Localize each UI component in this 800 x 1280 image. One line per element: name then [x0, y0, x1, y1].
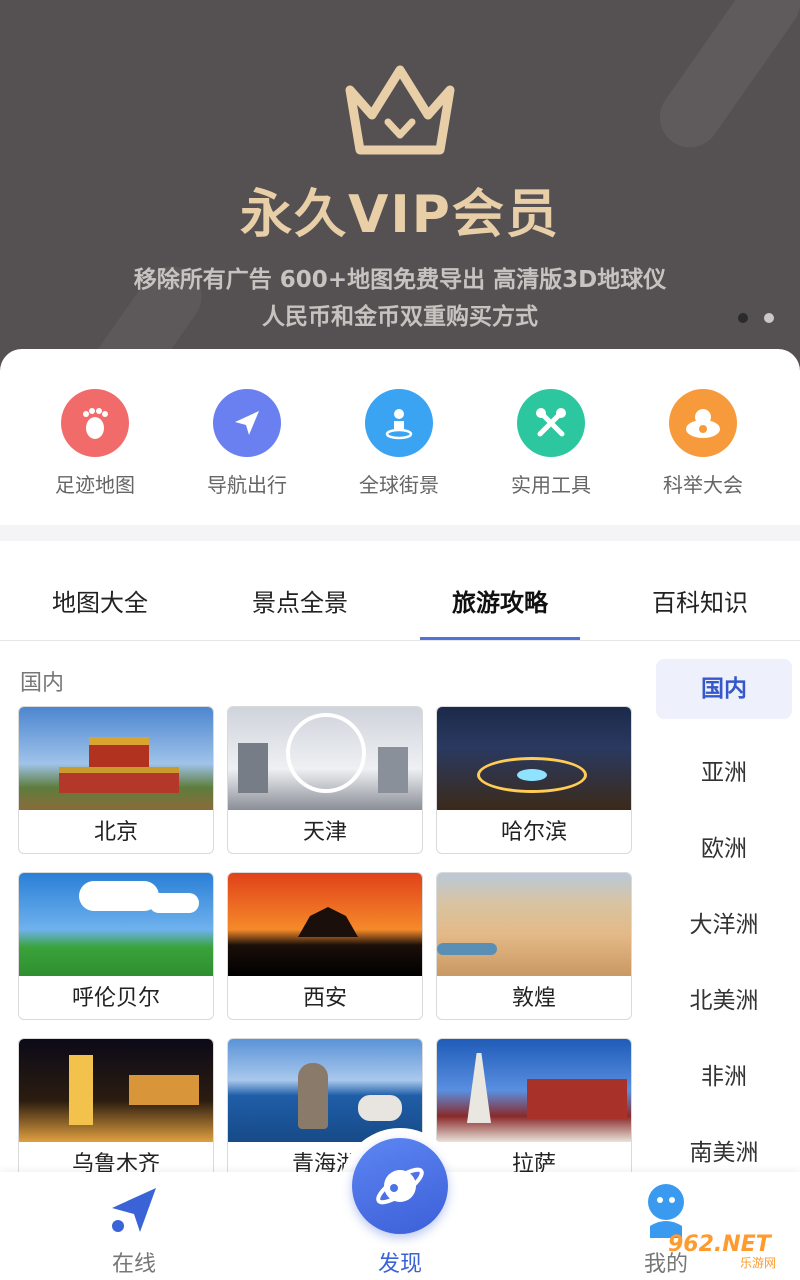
- tab-map-collection[interactable]: 地图大全: [0, 583, 200, 618]
- quick-item-label: 科举大会: [663, 473, 743, 497]
- city-image: [228, 873, 422, 976]
- city-card-beijing[interactable]: 北京: [18, 706, 214, 854]
- banner-decoration: [648, 0, 800, 160]
- vip-benefits-line: 移除所有广告 600+地图免费导出 高清版3D地球仪: [133, 267, 667, 293]
- region-item-europe[interactable]: 欧洲: [656, 811, 792, 887]
- vip-banner[interactable]: 永久VIP会员 移除所有广告 600+地图免费导出 高清版3D地球仪 人民币和金…: [0, 0, 800, 380]
- city-name: 西安: [302, 986, 347, 1011]
- quick-item-label: 足迹地图: [55, 473, 135, 497]
- city-image: [19, 1039, 213, 1142]
- quick-item-label: 实用工具: [511, 473, 591, 497]
- nav-online[interactable]: 在线: [64, 1172, 204, 1280]
- navigation-arrow-icon: [213, 389, 281, 457]
- vip-title: 永久VIP会员: [240, 185, 560, 245]
- region-item-north-america[interactable]: 北美洲: [656, 963, 792, 1039]
- cloud-exam-icon: [669, 389, 737, 457]
- city-image: [19, 707, 213, 810]
- footprint-icon: [61, 389, 129, 457]
- region-item-oceania[interactable]: 大洋洲: [656, 887, 792, 963]
- city-image: [19, 873, 213, 976]
- city-name: 天津: [302, 820, 347, 845]
- tab-encyclopedia[interactable]: 百科知识: [600, 583, 800, 618]
- quick-item-label: 导航出行: [207, 473, 287, 497]
- section-title: 国内: [20, 671, 65, 696]
- city-card-harbin[interactable]: 哈尔滨: [436, 706, 632, 854]
- tab-travel-guide[interactable]: 旅游攻略: [400, 583, 600, 618]
- active-tab-indicator: [420, 637, 580, 640]
- carousel-indicator: [738, 313, 774, 323]
- quick-item-street-view[interactable]: 全球街景: [324, 389, 474, 498]
- city-name: 呼伦贝尔: [71, 986, 160, 1011]
- nav-online-label: 在线: [111, 1252, 156, 1277]
- city-name: 北京: [93, 820, 138, 845]
- nav-mine[interactable]: 我的: [596, 1172, 736, 1280]
- planet-icon: [376, 1167, 424, 1205]
- city-card-hulunbuir[interactable]: 呼伦贝尔: [18, 872, 214, 1020]
- region-item-africa[interactable]: 非洲: [656, 1039, 792, 1115]
- city-card-dunhuang[interactable]: 敦煌: [436, 872, 632, 1020]
- category-tabs: 地图大全 景点全景 旅游攻略 百科知识: [0, 541, 800, 641]
- location-person-icon: [365, 389, 433, 457]
- carousel-dot[interactable]: [764, 313, 774, 323]
- carousel-dot-active[interactable]: [738, 313, 748, 323]
- city-card-lhasa[interactable]: 拉萨: [436, 1038, 632, 1186]
- vip-purchase-line: 人民币和金币双重购买方式: [262, 304, 538, 330]
- city-card-xian[interactable]: 西安: [227, 872, 423, 1020]
- city-image: [228, 1039, 422, 1142]
- quick-item-footprint-map[interactable]: 足迹地图: [20, 389, 170, 498]
- city-image: [437, 1039, 631, 1142]
- paper-plane-icon: [112, 1188, 156, 1232]
- quick-access-card: 足迹地图 导航出行 全球街景 实用工具 科举大会: [0, 349, 800, 525]
- region-menu: 国内 亚洲 欧洲 大洋洲 北美洲 非洲 南美洲: [656, 659, 792, 1191]
- city-name: 哈尔滨: [500, 820, 567, 845]
- tools-icon: [517, 389, 585, 457]
- city-card-tianjin[interactable]: 天津: [227, 706, 423, 854]
- region-item-asia[interactable]: 亚洲: [656, 735, 792, 811]
- quick-item-tools[interactable]: 实用工具: [476, 389, 626, 498]
- crown-icon: [345, 65, 455, 155]
- quick-item-navigation[interactable]: 导航出行: [172, 389, 322, 498]
- city-name: 敦煌: [511, 986, 556, 1011]
- discover-center-button[interactable]: [352, 1138, 448, 1234]
- site-watermark-sub: 乐游网: [740, 1256, 777, 1270]
- city-image: [228, 707, 422, 810]
- city-card-urumqi[interactable]: 乌鲁木齐: [18, 1038, 214, 1186]
- quick-item-exam[interactable]: 科举大会: [628, 389, 778, 498]
- nav-discover-label: 发现: [377, 1252, 422, 1277]
- tab-scenic-panorama[interactable]: 景点全景: [200, 583, 400, 618]
- quick-item-label: 全球街景: [359, 473, 439, 497]
- region-item-domestic[interactable]: 国内: [656, 659, 792, 719]
- city-image: [437, 707, 631, 810]
- city-image: [437, 873, 631, 976]
